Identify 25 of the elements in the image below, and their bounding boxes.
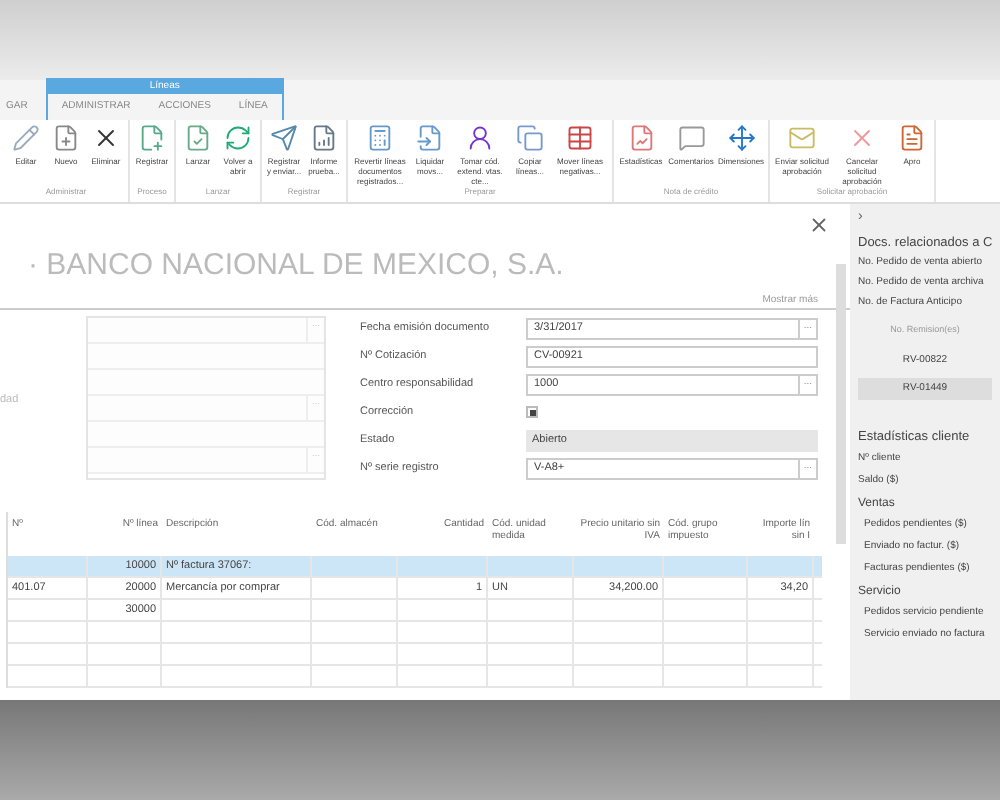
person-icon: [466, 124, 494, 152]
checkbox[interactable]: [526, 406, 538, 418]
table-row[interactable]: [8, 644, 822, 666]
table-icon: [566, 124, 594, 152]
refresh-icon: [224, 124, 252, 152]
pencil-icon: [12, 124, 40, 152]
file-plus-icon: [138, 124, 166, 152]
table-row[interactable]: [8, 622, 822, 644]
file-plus-icon: [52, 124, 80, 152]
file-check-icon: [184, 124, 212, 152]
move-arrows-icon: [727, 124, 755, 152]
report-icon: [310, 124, 338, 152]
x-icon: [92, 124, 120, 152]
document-icon: [898, 124, 926, 152]
x-icon: [848, 124, 876, 152]
copy-icon: [516, 124, 544, 152]
send-icon: [270, 124, 298, 152]
page-title: · BANCO NACIONAL DE MEXICO, S.A.: [28, 246, 564, 286]
close-icon[interactable]: [808, 214, 830, 236]
chart-file-icon: [627, 124, 655, 152]
calculator-icon: [366, 124, 394, 152]
envelope-icon: [788, 124, 816, 152]
comment-icon: [677, 124, 705, 152]
table-row[interactable]: [8, 666, 822, 688]
file-arrow-icon: [416, 124, 444, 152]
